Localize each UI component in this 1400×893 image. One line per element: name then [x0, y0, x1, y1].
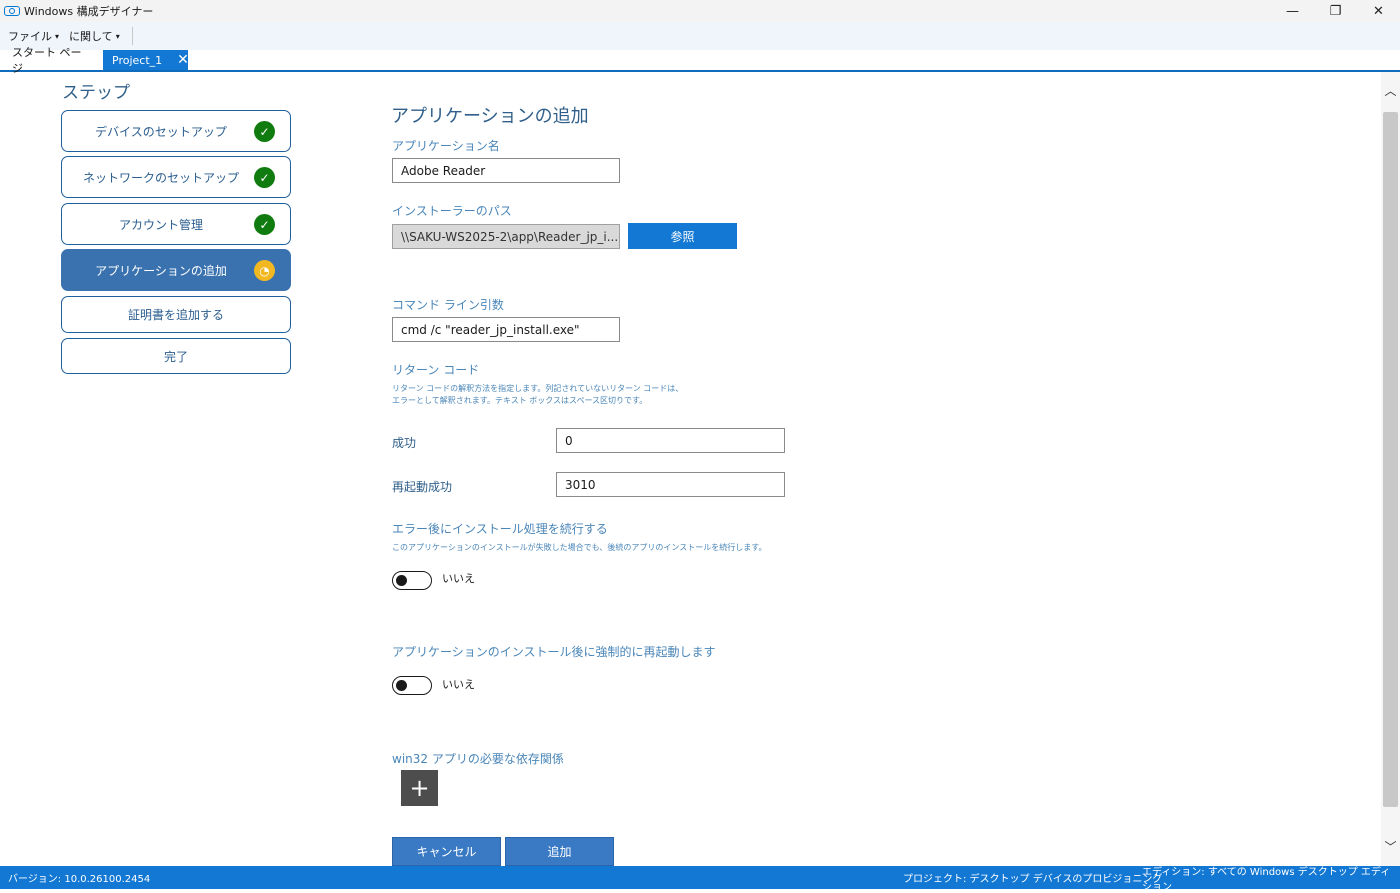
scroll-down-icon[interactable]: ﹀: [1383, 838, 1398, 855]
step-device-setup[interactable]: デバイスのセットアップ ✓: [61, 110, 291, 152]
tab-start-page[interactable]: スタート ページ: [0, 46, 103, 75]
check-icon: ✓: [254, 214, 275, 235]
scrollbar-thumb[interactable]: [1383, 112, 1398, 807]
check-icon: ✓: [254, 121, 275, 142]
close-tab-icon[interactable]: ✕: [177, 52, 189, 68]
plus-icon: +: [409, 774, 430, 802]
reboot-success-code-label: 再起動成功: [392, 480, 453, 494]
menu-about-label: に関して: [69, 30, 113, 43]
minimize-button[interactable]: —: [1271, 0, 1314, 22]
chevron-down-icon: ▾: [55, 31, 60, 41]
force-reboot-state: いいえ: [442, 678, 475, 691]
step-add-certificates[interactable]: 証明書を追加する: [61, 296, 291, 333]
menu-about[interactable]: に関して ▾: [69, 28, 120, 44]
browse-button[interactable]: 参照: [628, 223, 737, 249]
command-line-label: コマンド ライン引数: [392, 298, 504, 312]
in-progress-icon: ◔: [254, 260, 275, 281]
dependencies-label: win32 アプリの必要な依存関係: [392, 752, 564, 766]
app-icon: [4, 6, 20, 16]
version-text: バージョン: 10.0.26100.2454: [8, 874, 151, 885]
steps-heading: ステップ: [62, 83, 130, 103]
return-code-label: リターン コード: [392, 363, 480, 377]
step-finish[interactable]: 完了: [61, 338, 291, 374]
menu-file-label: ファイル: [8, 30, 52, 43]
step-account-management[interactable]: アカウント管理 ✓: [61, 203, 291, 245]
command-line-input[interactable]: cmd /c "reader_jp_install.exe": [392, 317, 620, 342]
app-name-input[interactable]: Adobe Reader: [392, 158, 620, 183]
add-dependency-button[interactable]: +: [401, 770, 438, 806]
app-name-label: アプリケーション名: [392, 139, 500, 153]
step-label: 完了: [163, 349, 188, 364]
installer-path-label: インストーラーのパス: [392, 204, 512, 218]
check-icon: ✓: [254, 167, 275, 188]
menu-file[interactable]: ファイル ▾: [8, 28, 59, 44]
add-button[interactable]: 追加: [505, 837, 614, 866]
step-label: ネットワークのセットアップ: [82, 170, 239, 185]
continue-on-error-description: このアプリケーションのインストールが失敗した場合でも、後続のアプリのインストール…: [392, 543, 767, 552]
edition-text: エディション: すべての Windows デスクトップ エディション: [1142, 866, 1391, 893]
project-type-text: プロジェクト: デスクトップ デバイスのプロビジョニング: [903, 874, 1163, 885]
step-network-setup[interactable]: ネットワークのセットアップ ✓: [61, 156, 291, 198]
title-bar: Windows 構成デザイナー — ❐ ✕: [0, 0, 1400, 22]
menu-divider: [131, 27, 133, 45]
step-label: アカウント管理: [118, 217, 203, 232]
tab-project[interactable]: Project_1 ✕: [103, 50, 189, 70]
cancel-button[interactable]: キャンセル: [392, 837, 501, 866]
force-reboot-toggle[interactable]: [392, 676, 432, 695]
vertical-scrollbar[interactable]: ︿ ﹀: [1381, 72, 1400, 866]
success-code-input[interactable]: 0: [556, 428, 785, 453]
force-reboot-label: アプリケーションのインストール後に強制的に再起動します: [392, 645, 716, 659]
return-code-description-line1: リターン コードの解釈方法を指定します。列記されていないリターン コードは、: [392, 384, 684, 393]
tab-project-label: Project_1: [112, 53, 163, 67]
close-window-button[interactable]: ✕: [1357, 0, 1400, 22]
menu-bar: ファイル ▾ に関して ▾: [0, 22, 1400, 50]
step-label: アプリケーションの追加: [95, 263, 227, 278]
continue-on-error-toggle[interactable]: [392, 571, 432, 590]
continue-on-error-label: エラー後にインストール処理を続行する: [392, 522, 608, 536]
success-code-label: 成功: [392, 436, 417, 450]
return-code-description-line2: エラーとして解釈されます。テキスト ボックスはスペース区切りです。: [392, 396, 648, 405]
tab-bar: スタート ページ Project_1 ✕: [0, 46, 1400, 75]
step-label: デバイスのセットアップ: [95, 124, 227, 139]
continue-on-error-state: いいえ: [442, 572, 475, 585]
scroll-up-icon[interactable]: ︿: [1383, 82, 1398, 99]
installer-path-input[interactable]: \\SAKU-WS2025-2\app\Reader_jp_i...: [392, 224, 620, 249]
page-title: アプリケーションの追加: [391, 106, 589, 127]
window-controls: — ❐ ✕: [1271, 0, 1400, 22]
reboot-success-code-input[interactable]: 3010: [556, 472, 785, 497]
window-title: Windows 構成デザイナー: [24, 5, 154, 18]
toggle-knob: [396, 680, 407, 691]
step-label: 証明書を追加する: [127, 308, 224, 322]
restore-button[interactable]: ❐: [1314, 0, 1357, 22]
toggle-knob: [396, 575, 407, 586]
tab-start-page-label: スタート ページ: [12, 46, 82, 75]
step-add-applications[interactable]: アプリケーションの追加 ◔: [61, 249, 291, 291]
status-bar: バージョン: 10.0.26100.2454 プロジェクト: デスクトップ デバ…: [0, 866, 1400, 893]
chevron-down-icon: ▾: [115, 31, 120, 41]
